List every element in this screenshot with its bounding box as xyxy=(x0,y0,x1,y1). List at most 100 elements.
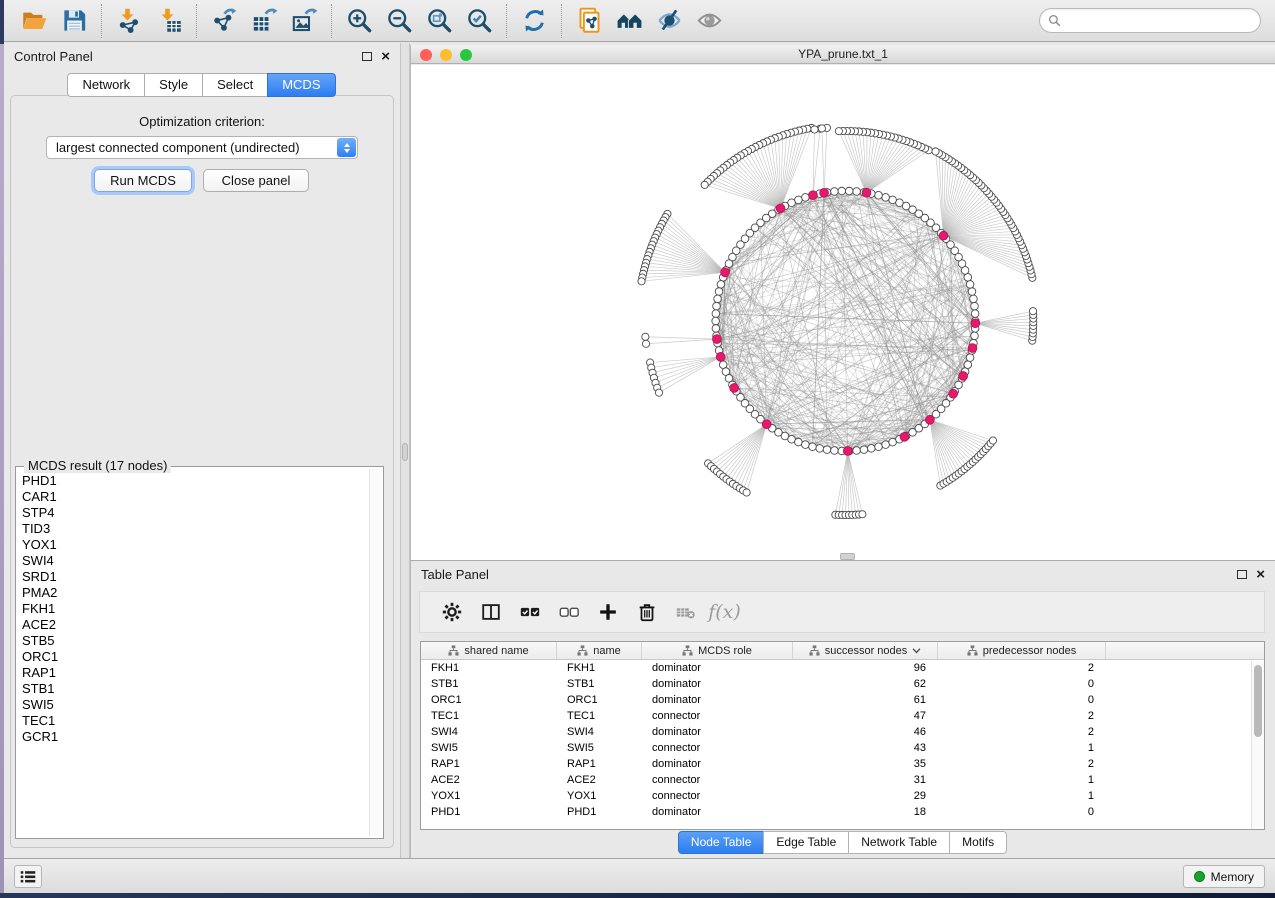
search-field[interactable] xyxy=(1039,8,1261,33)
mcds-result-item[interactable]: STB1 xyxy=(22,681,367,697)
mcds-result-item[interactable]: ACE2 xyxy=(22,617,367,633)
run-mcds-button[interactable]: Run MCDS xyxy=(94,169,192,192)
show-all-button[interactable] xyxy=(689,3,729,39)
mcds-hub-node[interactable] xyxy=(762,420,771,429)
import-table-button[interactable] xyxy=(149,3,189,39)
mcds-result-item[interactable]: CAR1 xyxy=(22,489,367,505)
tab-select[interactable]: Select xyxy=(202,73,268,97)
tab-motifs[interactable]: Motifs xyxy=(949,831,1007,854)
table-row[interactable]: ACE2ACE2connector311 xyxy=(421,772,1264,788)
table-scrollbar-thumb[interactable] xyxy=(1254,665,1262,737)
table-row[interactable]: TEC1TEC1connector472 xyxy=(421,708,1264,724)
mcds-hub-node[interactable] xyxy=(900,432,909,441)
deselect-all-rows-button[interactable] xyxy=(549,595,588,629)
mcds-result-item[interactable]: SRD1 xyxy=(22,569,367,585)
add-column-button[interactable] xyxy=(588,595,627,629)
mcds-hub-node[interactable] xyxy=(939,231,948,240)
mcds-result-item[interactable]: TEC1 xyxy=(22,713,367,729)
horizontal-split-handle[interactable] xyxy=(840,553,855,560)
mcds-result-item[interactable]: TID3 xyxy=(22,521,367,537)
network-window-titlebar[interactable]: YPA_prune.txt_1 xyxy=(411,45,1275,64)
mcds-result-item[interactable]: PMA2 xyxy=(22,585,367,601)
table-row[interactable]: YOX1YOX1connector291 xyxy=(421,788,1264,804)
mcds-hub-node[interactable] xyxy=(862,188,871,197)
zoom-window-icon[interactable] xyxy=(460,49,472,61)
delete-columns-button[interactable] xyxy=(627,595,666,629)
table-row[interactable]: STB1STB1dominator620 xyxy=(421,676,1264,692)
mcds-result-item[interactable]: ORC1 xyxy=(22,649,367,665)
export-network-button[interactable] xyxy=(204,3,244,39)
mcds-hub-node[interactable] xyxy=(949,389,958,398)
refresh-layout-button[interactable] xyxy=(514,3,554,39)
first-neighbors-button[interactable] xyxy=(609,3,649,39)
export-table-button[interactable] xyxy=(244,3,284,39)
mcds-result-item[interactable]: YOX1 xyxy=(22,537,367,553)
save-session-button[interactable] xyxy=(54,3,94,39)
mcds-hub-node[interactable] xyxy=(843,447,852,456)
tab-network[interactable]: Network xyxy=(67,73,145,97)
search-input[interactable] xyxy=(1066,14,1252,28)
close-panel-icon[interactable]: × xyxy=(381,52,390,62)
mcds-result-item[interactable]: SWI4 xyxy=(22,553,367,569)
result-list-scrollbar[interactable] xyxy=(369,469,381,836)
import-network-button[interactable] xyxy=(109,3,149,39)
hide-selected-button[interactable] xyxy=(649,3,689,39)
table-settings-button[interactable] xyxy=(432,595,471,629)
table-row[interactable]: ORC1ORC1dominator610 xyxy=(421,692,1264,708)
mcds-result-item[interactable]: STP4 xyxy=(22,505,367,521)
mcds-result-item[interactable]: GCR1 xyxy=(22,729,367,745)
mcds-hub-node[interactable] xyxy=(721,268,730,277)
memory-button[interactable]: Memory xyxy=(1183,865,1265,888)
criterion-select[interactable]: largest connected component (undirected) xyxy=(46,136,358,159)
table-row[interactable]: PHD1PHD1dominator180 xyxy=(421,804,1264,820)
column-header-predecessor-nodes[interactable]: predecessor nodes xyxy=(938,642,1106,659)
tab-network-table[interactable]: Network Table xyxy=(848,831,950,854)
mcds-hub-node[interactable] xyxy=(820,188,829,197)
table-scrollbar[interactable] xyxy=(1251,661,1264,829)
tab-node-table[interactable]: Node Table xyxy=(678,831,765,854)
mcds-hub-node[interactable] xyxy=(809,191,818,200)
mcds-hub-node[interactable] xyxy=(716,352,725,361)
mcds-hub-node[interactable] xyxy=(968,344,977,353)
mcds-result-item[interactable]: PHD1 xyxy=(22,473,367,489)
column-header-name[interactable]: name xyxy=(557,642,642,659)
delete-table-button[interactable] xyxy=(666,595,705,629)
export-to-web-button[interactable] xyxy=(569,3,609,39)
zoom-selected-button[interactable] xyxy=(459,3,499,39)
float-table-panel-icon[interactable] xyxy=(1237,570,1247,579)
zoom-in-button[interactable] xyxy=(339,3,379,39)
network-graph[interactable] xyxy=(411,65,1275,560)
divider-handle[interactable] xyxy=(402,443,408,461)
table-row[interactable]: SWI5SWI5connector431 xyxy=(421,740,1264,756)
zoom-out-button[interactable] xyxy=(379,3,419,39)
mcds-result-item[interactable]: STB5 xyxy=(22,633,367,649)
mcds-hub-node[interactable] xyxy=(713,335,722,344)
select-all-rows-button[interactable] xyxy=(510,595,549,629)
network-canvas[interactable] xyxy=(411,65,1275,560)
split-view-button[interactable] xyxy=(471,595,510,629)
float-panel-icon[interactable] xyxy=(362,52,372,61)
close-table-panel-icon[interactable]: × xyxy=(1256,570,1265,580)
mcds-hub-node[interactable] xyxy=(925,415,934,424)
minimize-window-icon[interactable] xyxy=(440,49,452,61)
column-header-successor-nodes[interactable]: successor nodes xyxy=(793,642,938,659)
tab-edge-table[interactable]: Edge Table xyxy=(763,831,849,854)
close-panel-button[interactable]: Close panel xyxy=(203,169,309,192)
function-builder-button[interactable]: f(x) xyxy=(705,595,744,629)
close-window-icon[interactable] xyxy=(420,49,432,61)
table-row[interactable]: RAP1RAP1dominator352 xyxy=(421,756,1264,772)
tab-mcds[interactable]: MCDS xyxy=(267,73,335,97)
ui-settings-button[interactable] xyxy=(14,865,42,888)
table-row[interactable]: FKH1FKH1dominator962 xyxy=(421,660,1264,676)
mcds-hub-node[interactable] xyxy=(730,384,739,393)
mcds-hub-node[interactable] xyxy=(959,372,968,381)
fit-content-button[interactable] xyxy=(419,3,459,39)
mcds-result-item[interactable]: FKH1 xyxy=(22,601,367,617)
open-session-button[interactable] xyxy=(14,3,54,39)
column-header-shared-name[interactable]: shared name xyxy=(421,642,557,659)
column-header-MCDS-role[interactable]: MCDS role xyxy=(642,642,793,659)
mcds-hub-node[interactable] xyxy=(776,204,785,213)
mcds-hub-node[interactable] xyxy=(971,319,980,328)
table-row[interactable]: SWI4SWI4dominator462 xyxy=(421,724,1264,740)
mcds-result-item[interactable]: RAP1 xyxy=(22,665,367,681)
